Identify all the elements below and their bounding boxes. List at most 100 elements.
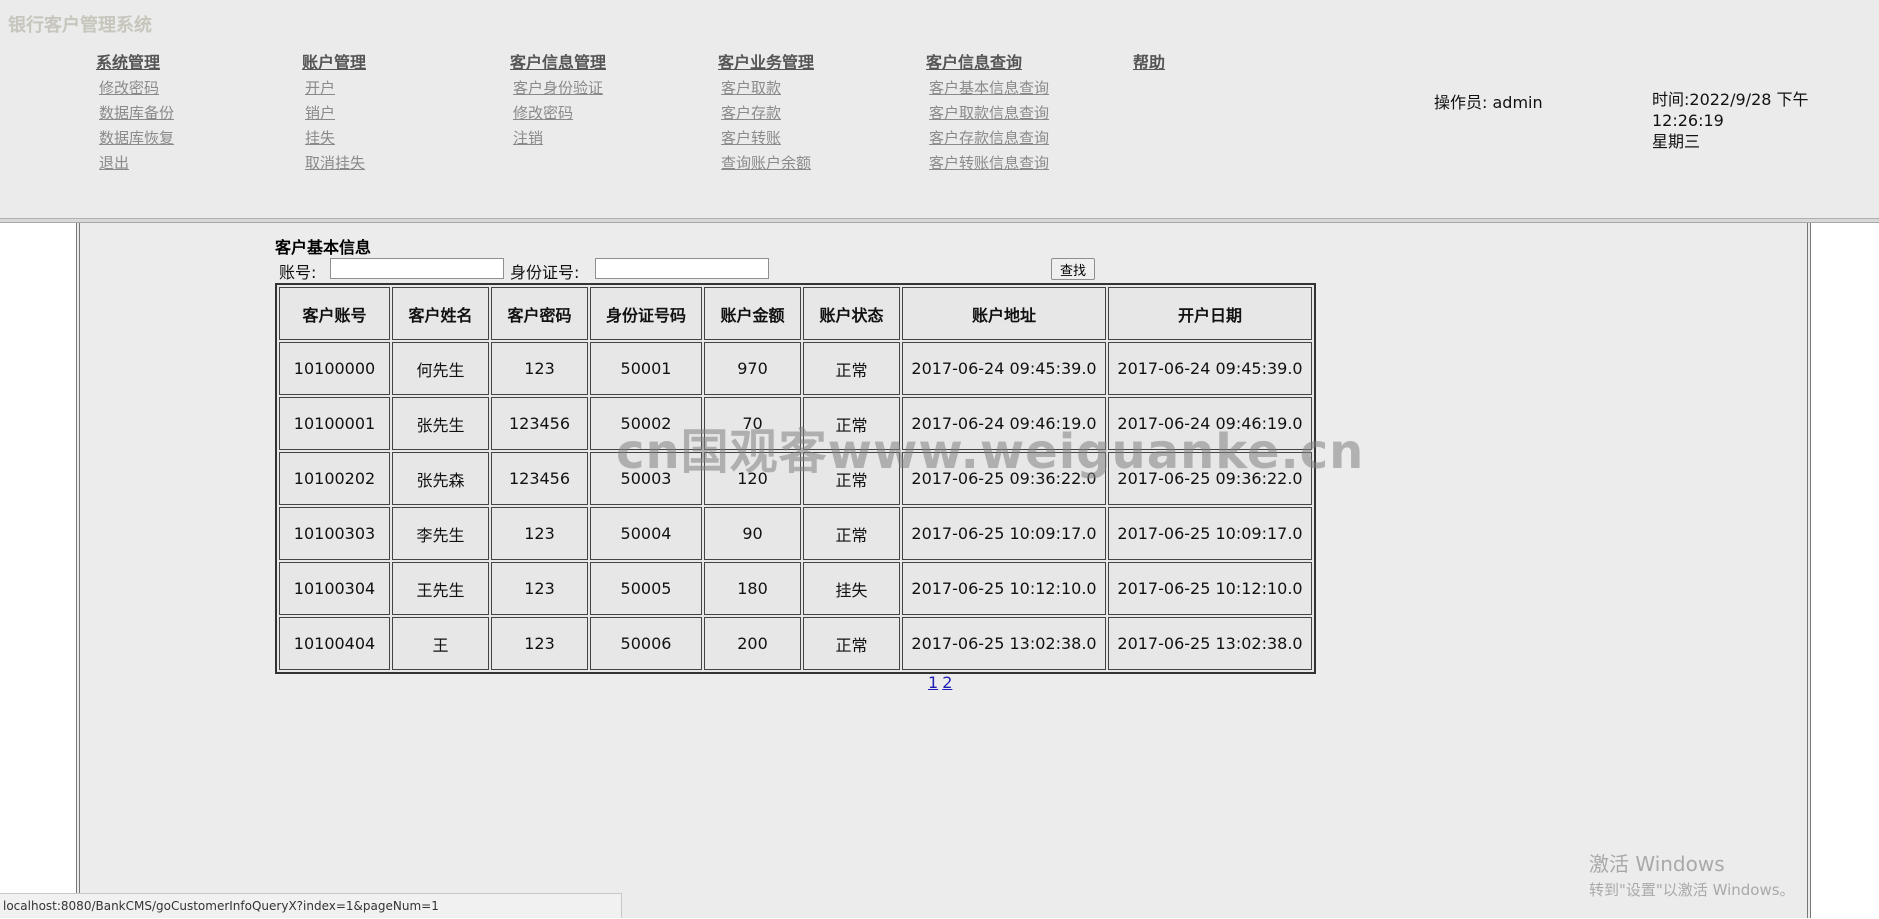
- cell-address: 2017-06-25 10:09:17.0: [902, 507, 1106, 560]
- menu-item-change-password[interactable]: 修改密码: [99, 76, 174, 101]
- cell-address: 2017-06-24 09:46:19.0: [902, 397, 1106, 450]
- menu-item-transfer-info-query[interactable]: 客户转账信息查询: [929, 151, 1049, 176]
- menu-item-customer-change-password[interactable]: 修改密码: [513, 101, 606, 126]
- id-number-input[interactable]: [595, 258, 769, 279]
- cell-password: 123: [491, 507, 588, 560]
- col-header-open-date: 开户日期: [1108, 287, 1312, 340]
- cell-password: 123456: [491, 397, 588, 450]
- cell-id-number: 50002: [590, 397, 702, 450]
- menu-item-db-restore[interactable]: 数据库恢复: [99, 126, 174, 151]
- table-row: 10100000 何先生 123 50001 970 正常 2017-06-24…: [279, 342, 1312, 395]
- menu-item-deposit-info-query[interactable]: 客户存款信息查询: [929, 126, 1049, 151]
- menu-item-basic-info-query[interactable]: 客户基本信息查询: [929, 76, 1049, 101]
- cell-open-date: 2017-06-25 10:09:17.0: [1108, 507, 1312, 560]
- weekday-line: 星期三: [1652, 132, 1701, 151]
- menu-title-customer-query[interactable]: 客户信息查询: [926, 52, 1049, 74]
- cell-address: 2017-06-24 09:45:39.0: [902, 342, 1106, 395]
- cell-address: 2017-06-25 13:02:38.0: [902, 617, 1106, 670]
- menu-item-cancel-loss[interactable]: 取消挂失: [305, 151, 366, 176]
- menu-item-deregister[interactable]: 注销: [513, 126, 606, 151]
- cell-account: 10100404: [279, 617, 390, 670]
- menu-item-logout[interactable]: 退出: [99, 151, 174, 176]
- cell-open-date: 2017-06-24 09:46:19.0: [1108, 397, 1312, 450]
- menu-title-system[interactable]: 系统管理: [96, 52, 174, 74]
- menu-item-identity-verify[interactable]: 客户身份验证: [513, 76, 606, 101]
- status-bar-url: localhost:8080/BankCMS/goCustomerInfoQue…: [0, 893, 622, 918]
- col-header-balance: 账户金额: [704, 287, 801, 340]
- menu-item-withdraw-info-query[interactable]: 客户取款信息查询: [929, 101, 1049, 126]
- menu-title-help[interactable]: 帮助: [1133, 52, 1165, 74]
- cell-balance: 970: [704, 342, 801, 395]
- menu-item-db-backup[interactable]: 数据库备份: [99, 101, 174, 126]
- table-row: 10100404 王 123 50006 200 正常 2017-06-25 1…: [279, 617, 1312, 670]
- cell-name: 王先生: [392, 562, 489, 615]
- cell-id-number: 50005: [590, 562, 702, 615]
- cell-password: 123: [491, 617, 588, 670]
- cell-password: 123: [491, 342, 588, 395]
- menu-item-balance-query[interactable]: 查询账户余额: [721, 151, 814, 176]
- operator-label: 操作员: admin: [1434, 93, 1543, 112]
- section-title: 客户基本信息: [275, 238, 372, 257]
- cell-open-date: 2017-06-25 13:02:38.0: [1108, 617, 1312, 670]
- col-header-status: 账户状态: [803, 287, 900, 340]
- menu-item-withdraw[interactable]: 客户取款: [721, 76, 814, 101]
- table-row: 10100202 张先森 123456 50003 120 正常 2017-06…: [279, 452, 1312, 505]
- datetime-line: 时间:2022/9/28 下午12:26:19: [1652, 90, 1809, 130]
- menu-title-customer-business[interactable]: 客户业务管理: [718, 52, 814, 74]
- app-title: 银行客户管理系统: [8, 15, 152, 36]
- menu-customer-query: 客户信息查询 客户基本信息查询 客户取款信息查询 客户存款信息查询 客户转账信息…: [926, 52, 1049, 176]
- cell-address: 2017-06-25 09:36:22.0: [902, 452, 1106, 505]
- cell-account: 10100202: [279, 452, 390, 505]
- menu-item-deposit[interactable]: 客户存款: [721, 101, 814, 126]
- activation-title: 激活 Windows: [1589, 852, 1725, 876]
- cell-open-date: 2017-06-25 10:12:10.0: [1108, 562, 1312, 615]
- col-header-name: 客户姓名: [392, 287, 489, 340]
- cell-status: 正常: [803, 397, 900, 450]
- cell-id-number: 50003: [590, 452, 702, 505]
- cell-account: 10100000: [279, 342, 390, 395]
- table-row: 10100303 李先生 123 50004 90 正常 2017-06-25 …: [279, 507, 1312, 560]
- cell-balance: 180: [704, 562, 801, 615]
- cell-status: 正常: [803, 507, 900, 560]
- menu-item-close-account[interactable]: 销户: [305, 101, 366, 126]
- table-row: 10100304 王先生 123 50005 180 挂失 2017-06-25…: [279, 562, 1312, 615]
- cell-status: 正常: [803, 342, 900, 395]
- cell-balance: 200: [704, 617, 801, 670]
- pagination: 12: [928, 673, 956, 692]
- page-link-1[interactable]: 1: [928, 673, 938, 692]
- account-label: 账号:: [279, 263, 317, 282]
- id-number-label: 身份证号:: [510, 263, 580, 282]
- menu-item-transfer[interactable]: 客户转账: [721, 126, 814, 151]
- cell-account: 10100001: [279, 397, 390, 450]
- cell-account: 10100303: [279, 507, 390, 560]
- activation-hint: 转到"设置"以激活 Windows。: [1589, 881, 1795, 899]
- menu-customer-info: 客户信息管理 客户身份验证 修改密码 注销: [510, 52, 606, 151]
- account-input[interactable]: [330, 258, 504, 279]
- menu-item-open-account[interactable]: 开户: [305, 76, 366, 101]
- customer-table: 客户账号 客户姓名 客户密码 身份证号码 账户金额 账户状态 账户地址 开户日期…: [275, 283, 1316, 674]
- cell-id-number: 50006: [590, 617, 702, 670]
- page-link-2[interactable]: 2: [942, 673, 952, 692]
- cell-name: 何先生: [392, 342, 489, 395]
- table-header-row: 客户账号 客户姓名 客户密码 身份证号码 账户金额 账户状态 账户地址 开户日期: [279, 287, 1312, 340]
- windows-activation-notice: 激活 Windows 转到"设置"以激活 Windows。: [1589, 848, 1795, 900]
- menu-title-customer-info[interactable]: 客户信息管理: [510, 52, 606, 74]
- menu-account: 账户管理 开户 销户 挂失 取消挂失: [302, 52, 366, 176]
- cell-open-date: 2017-06-25 09:36:22.0: [1108, 452, 1312, 505]
- menu-customer-business: 客户业务管理 客户取款 客户存款 客户转账 查询账户余额: [718, 52, 814, 176]
- cell-name: 张先森: [392, 452, 489, 505]
- datetime-display: 时间:2022/9/28 下午12:26:19 星期三: [1652, 89, 1879, 152]
- cell-address: 2017-06-25 10:12:10.0: [902, 562, 1106, 615]
- cell-name: 张先生: [392, 397, 489, 450]
- cell-balance: 70: [704, 397, 801, 450]
- table-row: 10100001 张先生 123456 50002 70 正常 2017-06-…: [279, 397, 1312, 450]
- header-bar: 银行客户管理系统 系统管理 修改密码 数据库备份 数据库恢复 退出 账户管理 开…: [0, 0, 1879, 219]
- menu-item-report-loss[interactable]: 挂失: [305, 126, 366, 151]
- cell-open-date: 2017-06-24 09:45:39.0: [1108, 342, 1312, 395]
- cell-status: 正常: [803, 617, 900, 670]
- cell-account: 10100304: [279, 562, 390, 615]
- menu-title-account[interactable]: 账户管理: [302, 52, 366, 74]
- cell-id-number: 50004: [590, 507, 702, 560]
- col-header-address: 账户地址: [902, 287, 1106, 340]
- search-button[interactable]: 查找: [1051, 258, 1095, 280]
